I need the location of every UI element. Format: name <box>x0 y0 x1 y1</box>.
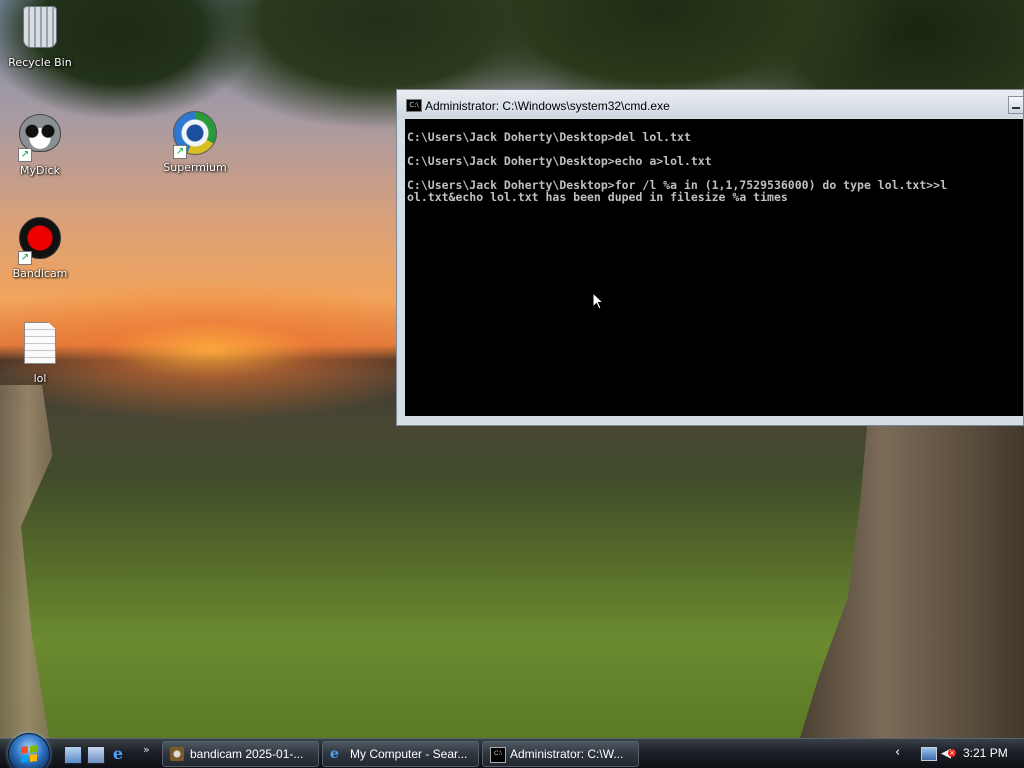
wallpaper-path <box>0 385 53 738</box>
taskbar-button-label: My Computer - Sear... <box>350 747 468 761</box>
internet-explorer-icon: e <box>330 746 339 762</box>
show-desktop-icon[interactable] <box>64 746 82 764</box>
window-title: Administrator: C:\Windows\system32\cmd.e… <box>425 99 670 113</box>
console-line: C:\Users\Jack Doherty\Desktop>del lol.tx… <box>407 130 691 144</box>
taskbar-button-cmd[interactable]: C:\ Administrator: C:\W... <box>482 741 639 767</box>
desktop-icon-label: lol <box>33 372 47 385</box>
switch-windows-icon[interactable] <box>87 746 105 764</box>
taskbar-button-bandicam[interactable]: bandicam 2025-01-... <box>162 741 319 767</box>
clock[interactable]: 3:21 PM <box>963 746 1008 760</box>
desktop-icon-recycle-bin[interactable]: Recycle Bin <box>0 2 80 69</box>
shortcut-arrow-icon: ↗ <box>18 148 32 162</box>
console-line: ol.txt&echo lol.txt has been duped in fi… <box>407 190 788 204</box>
console-output[interactable]: C:\Users\Jack Doherty\Desktop>del lol.tx… <box>405 119 1023 416</box>
desktop-icon-mydick[interactable]: ↗ MyDick <box>0 108 80 177</box>
text-file-icon <box>24 322 56 364</box>
wallpaper-tree-trunk <box>800 425 1024 738</box>
taskbar-button-label: Administrator: C:\W... <box>510 747 624 761</box>
desktop-icon-label: Recycle Bin <box>8 56 72 69</box>
desktop-icon-label: MyDick <box>20 164 60 177</box>
taskbar-button-label: bandicam 2025-01-... <box>190 747 304 761</box>
start-button[interactable] <box>8 733 50 768</box>
cmd-icon[interactable]: C:\ <box>406 99 422 112</box>
show-hidden-icons-button[interactable]: ‹ <box>895 745 900 760</box>
bandicam-folder-icon <box>170 747 184 761</box>
quick-launch-more-button[interactable]: » <box>143 743 150 756</box>
cmd-window[interactable]: C:\ Administrator: C:\Windows\system32\c… <box>396 89 1024 426</box>
taskbar-button-my-computer[interactable]: e My Computer - Sear... <box>322 741 479 767</box>
desktop-icon-label: Bandicam <box>12 267 68 280</box>
desktop[interactable]: Recycle Bin ↗ MyDick ↗ Supermium ↗ Bandi… <box>0 0 1024 738</box>
cmd-icon: C:\ <box>490 747 506 763</box>
desktop-icon-label: Supermium <box>163 161 227 174</box>
shortcut-arrow-icon: ↗ <box>18 251 32 265</box>
console-line: C:\Users\Jack Doherty\Desktop>echo a>lol… <box>407 154 712 168</box>
windows-logo-icon <box>21 745 37 763</box>
network-icon[interactable] <box>921 747 937 761</box>
cmd-titlebar[interactable]: C:\ Administrator: C:\Windows\system32\c… <box>397 90 1023 118</box>
desktop-icon-lol[interactable]: lol <box>0 318 80 385</box>
shortcut-arrow-icon: ↗ <box>173 145 187 159</box>
mouse-pointer-icon <box>592 292 604 310</box>
internet-explorer-icon[interactable]: e <box>110 746 126 762</box>
recycle-bin-icon <box>23 6 57 48</box>
desktop-icon-bandicam[interactable]: ↗ Bandicam <box>0 213 80 280</box>
desktop-icon-supermium[interactable]: ↗ Supermium <box>155 108 235 174</box>
raccoon-icon <box>19 114 61 152</box>
volume-muted-icon[interactable]: ◀ × <box>941 746 956 761</box>
taskbar: e » bandicam 2025-01-... e My Computer -… <box>0 733 1024 768</box>
minimize-button[interactable] <box>1008 96 1023 114</box>
